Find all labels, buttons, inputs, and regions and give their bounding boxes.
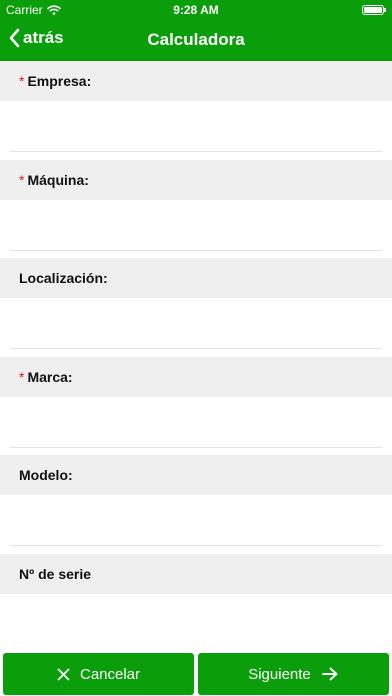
cancel-button[interactable]: Cancelar (3, 653, 194, 695)
required-marker: * (19, 368, 25, 385)
field-marca: * Marca: (0, 356, 392, 456)
field-label: * Marca: (0, 356, 392, 397)
field-label-text: Máquina: (27, 171, 89, 188)
status-time: 9:28 AM (173, 3, 219, 17)
battery-icon (362, 5, 386, 15)
form: * Empresa: * Máquina: Localización: * Marca… (0, 61, 392, 652)
field-label-text: Marca: (27, 368, 73, 385)
divider (10, 249, 382, 251)
close-icon (57, 668, 70, 680)
field-maquina: * Máquina: (0, 159, 392, 259)
empresa-input[interactable] (0, 101, 392, 151)
field-label: Modelo: (0, 455, 392, 495)
field-label: * Empresa: (0, 61, 392, 101)
footer-actions: Cancelar Siguiente (0, 646, 392, 696)
field-label-text: Modelo: (19, 467, 73, 483)
divider (10, 446, 382, 448)
field-localizacion: Localización: (0, 258, 392, 357)
field-empresa: * Empresa: (0, 61, 392, 160)
field-numero-serie: Nº de serie (0, 553, 392, 653)
maquina-input[interactable] (0, 199, 392, 250)
field-modelo: Modelo: (0, 455, 392, 554)
field-label: Nº de serie (0, 553, 392, 594)
divider (10, 545, 382, 546)
field-label: * Máquina: (0, 159, 392, 200)
page-title: Calculadora (147, 30, 245, 49)
navigation-bar: atrás Calculadora (0, 20, 392, 61)
field-label: Localización: (0, 258, 392, 298)
field-label-text: Empresa: (27, 73, 92, 89)
field-label-text: Localización: (19, 270, 108, 286)
localizacion-input[interactable] (0, 298, 392, 348)
app-header: Carrier 9:28 AM atrás Calculadora (0, 0, 392, 61)
numero-serie-input[interactable] (0, 593, 392, 644)
field-label-text: Nº de serie (19, 565, 92, 582)
required-marker: * (19, 171, 25, 188)
next-button-label: Siguiente (248, 665, 311, 683)
divider (10, 348, 382, 349)
status-bar: Carrier 9:28 AM (0, 0, 392, 20)
cancel-button-label: Cancelar (79, 665, 141, 683)
required-marker: * (19, 73, 25, 89)
next-button[interactable]: Siguiente (198, 653, 389, 695)
arrow-right-icon (321, 667, 338, 681)
marca-input[interactable] (0, 396, 392, 447)
modelo-input[interactable] (0, 495, 392, 545)
divider (10, 151, 382, 152)
